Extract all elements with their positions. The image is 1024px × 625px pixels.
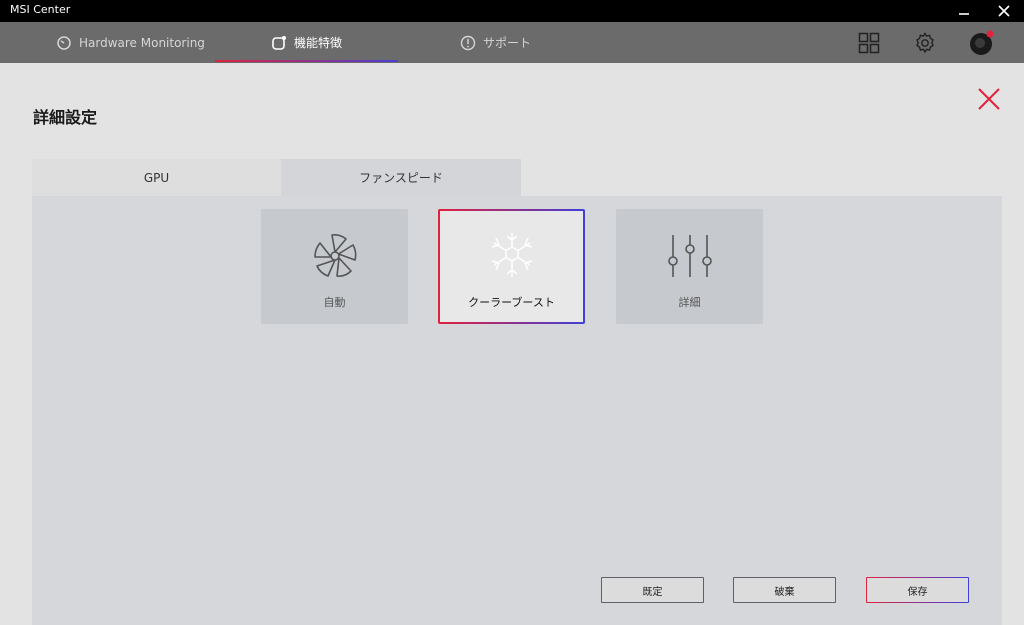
sliders-icon — [667, 235, 712, 277]
mode-label: 自動 — [323, 296, 346, 309]
page-title: 詳細設定 — [33, 108, 98, 127]
avatar-icon — [970, 30, 994, 55]
subtab-label: ファンスピード — [359, 171, 443, 185]
close-icon — [998, 5, 1010, 17]
mode-auto-card[interactable]: 自動 — [261, 209, 408, 324]
grid-icon — [858, 32, 880, 54]
subtab-gpu[interactable]: GPU — [32, 159, 281, 196]
tab-hardware-monitoring[interactable]: Hardware Monitoring — [56, 22, 205, 63]
minimize-icon — [959, 13, 969, 15]
tab-label: Hardware Monitoring — [79, 35, 205, 50]
settings-button[interactable] — [912, 30, 938, 56]
gear-icon — [916, 32, 934, 54]
gauge-icon — [56, 35, 72, 51]
app-title: MSI Center — [10, 3, 71, 16]
main-nav: Hardware Monitoring 機能特徴 サポート — [0, 22, 1024, 63]
snowflake-icon — [491, 233, 532, 277]
tab-support[interactable]: サポート — [460, 22, 531, 63]
tab-features[interactable]: 機能特徴 — [271, 22, 342, 63]
active-tab-indicator — [215, 60, 398, 62]
subtab-fan-speed[interactable]: ファンスピード — [281, 159, 521, 196]
mode-label: クーラーブースト — [468, 296, 555, 309]
subtab-label: GPU — [143, 170, 170, 185]
mode-cooler-boost-card[interactable]: クーラーブースト — [438, 209, 585, 324]
feature-icon — [271, 35, 287, 51]
title-bar: MSI Center — [0, 0, 1024, 22]
grid-button[interactable] — [856, 30, 882, 56]
discard-button[interactable]: 破棄 — [733, 577, 836, 603]
close-dialog-button[interactable] — [974, 84, 1004, 114]
fan-icon — [313, 234, 356, 277]
default-button[interactable]: 既定 — [601, 577, 704, 603]
tab-label: サポート — [483, 36, 532, 50]
save-button[interactable]: 保存 — [866, 577, 969, 603]
window-close-button[interactable] — [986, 0, 1022, 22]
close-x-icon — [978, 88, 1000, 110]
tab-label: 機能特徴 — [294, 36, 343, 50]
avatar[interactable] — [969, 30, 995, 56]
mode-label: 詳細 — [678, 296, 701, 309]
mode-advanced-card[interactable]: 詳細 — [616, 209, 763, 324]
support-icon — [460, 35, 476, 51]
minimize-button[interactable] — [946, 0, 982, 22]
